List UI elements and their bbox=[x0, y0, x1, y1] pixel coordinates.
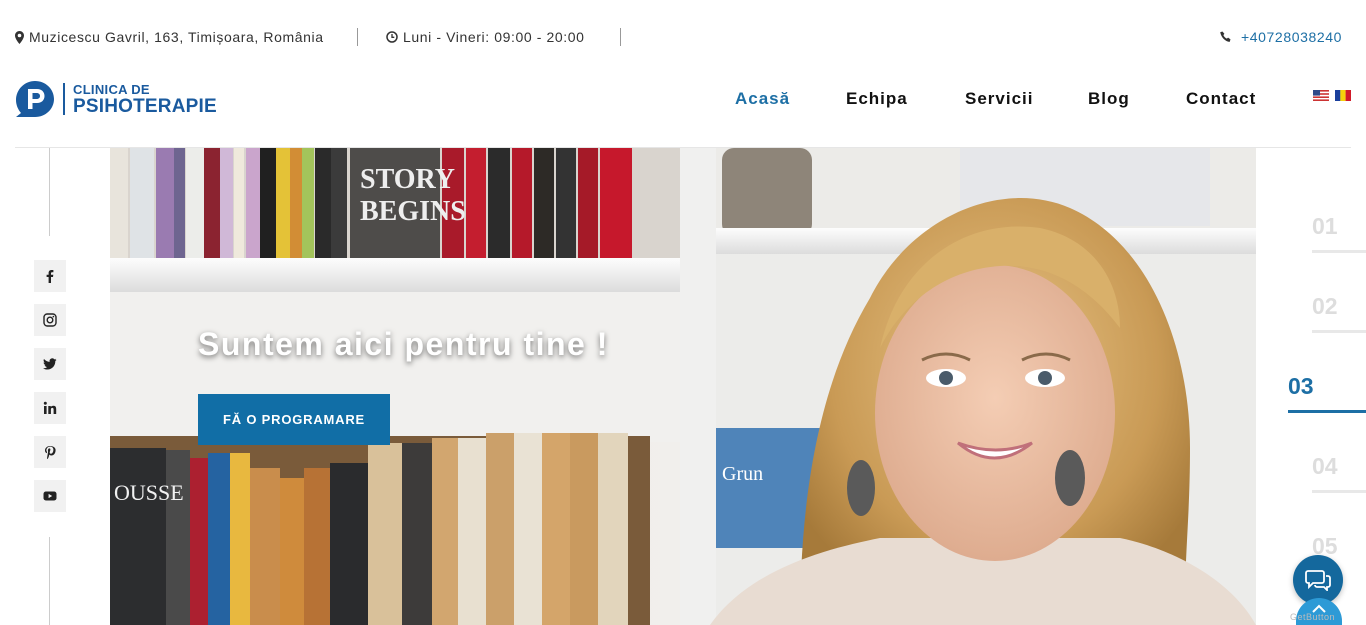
svg-text:STORY: STORY bbox=[360, 164, 455, 195]
top-bar: Muzicescu Gavril, 163, Timișoara, Români… bbox=[0, 0, 1366, 74]
chat-bubbles-icon bbox=[1305, 570, 1331, 591]
slide-bar bbox=[1312, 250, 1366, 253]
twitter-link[interactable] bbox=[34, 348, 66, 380]
address-text: Muzicescu Gavril, 163, Timișoara, Români… bbox=[29, 29, 324, 45]
getbutton-label[interactable]: GetButton bbox=[1290, 612, 1335, 622]
hero-background-image: STORY BEGINS OUSSE Grun bbox=[110, 148, 1256, 625]
slide-number: 01 bbox=[1312, 213, 1338, 239]
slide-bar bbox=[1288, 410, 1366, 413]
phone-icon bbox=[1220, 31, 1231, 42]
slide-nav-04[interactable]: 04 bbox=[1288, 453, 1366, 493]
linkedin-icon bbox=[43, 401, 57, 414]
youtube-icon bbox=[43, 491, 57, 501]
youtube-link[interactable] bbox=[34, 480, 66, 512]
phone-info[interactable]: +40728038240 bbox=[1220, 29, 1342, 45]
pinterest-link[interactable] bbox=[34, 436, 66, 468]
phone-link[interactable]: +40728038240 bbox=[1241, 29, 1342, 45]
svg-text:Grun: Grun bbox=[722, 463, 763, 485]
svg-text:OUSSE: OUSSE bbox=[114, 480, 184, 505]
slide-bar bbox=[1312, 490, 1366, 493]
social-line-top bbox=[49, 148, 50, 236]
slide-nav-02[interactable]: 02 bbox=[1288, 293, 1366, 333]
hours-text: Luni - Vineri: 09:00 - 20:00 bbox=[403, 29, 585, 45]
romanian-flag-icon[interactable] bbox=[1335, 90, 1351, 101]
twitter-icon bbox=[43, 358, 57, 370]
book-appointment-button[interactable]: FĂ O PROGRAMARE bbox=[198, 394, 390, 445]
pinterest-icon bbox=[45, 446, 56, 459]
nav-item-echipa[interactable]: Echipa bbox=[846, 89, 908, 109]
slide-nav-03[interactable]: 03 bbox=[1288, 373, 1366, 413]
slide-number: 04 bbox=[1312, 453, 1338, 479]
facebook-icon bbox=[46, 270, 54, 283]
facebook-link[interactable] bbox=[34, 260, 66, 292]
hero-slider: STORY BEGINS OUSSE Grun Suntem aici pent… bbox=[110, 148, 1256, 625]
address-info: Muzicescu Gavril, 163, Timișoara, Români… bbox=[15, 29, 324, 45]
slide-nav-01[interactable]: 01 bbox=[1288, 213, 1366, 253]
linkedin-link[interactable] bbox=[34, 392, 66, 424]
slide-bar bbox=[1312, 330, 1366, 333]
nav-item-contact[interactable]: Contact bbox=[1186, 89, 1256, 109]
instagram-link[interactable] bbox=[34, 304, 66, 336]
hours-info: Luni - Vineri: 09:00 - 20:00 bbox=[386, 29, 585, 45]
map-marker-icon bbox=[15, 30, 24, 44]
english-flag-icon[interactable] bbox=[1313, 90, 1329, 101]
instagram-icon bbox=[43, 313, 57, 327]
nav-item-servicii[interactable]: Servicii bbox=[965, 89, 1034, 109]
slide-number: 02 bbox=[1312, 293, 1338, 319]
clock-icon bbox=[386, 31, 398, 43]
social-line-bottom bbox=[49, 537, 50, 625]
hero-title: Suntem aici pentru tine ! bbox=[198, 326, 609, 362]
main-nav: Acasă Echipa Servicii Blog Contact bbox=[0, 89, 1366, 109]
svg-text:BEGINS: BEGINS bbox=[360, 196, 466, 227]
nav-item-blog[interactable]: Blog bbox=[1088, 89, 1130, 109]
divider bbox=[357, 28, 358, 46]
nav-item-acasa[interactable]: Acasă bbox=[735, 89, 790, 109]
slide-number: 03 bbox=[1288, 373, 1314, 399]
divider bbox=[620, 28, 621, 46]
